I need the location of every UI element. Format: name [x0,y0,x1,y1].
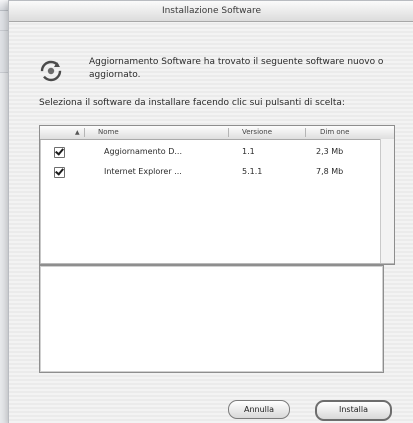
software-table: ▲ Nome Versione Dim one Aggiornamento D.… [39,125,395,265]
table-row[interactable]: Aggiornamento D... 1.1 2,3 Mb [40,143,394,161]
software-name: Internet Explorer ... [104,167,182,176]
selection-instruction: Seleziona il software da installare face… [39,98,345,108]
update-message: Aggiornamento Software ha trovato il seg… [89,57,384,80]
install-checkbox[interactable] [54,147,65,158]
sort-indicator-icon: ▲ [75,129,80,136]
table-row[interactable]: Internet Explorer ... 5.1.1 7,8 Mb [40,163,394,181]
column-header-divider [305,128,306,137]
column-divider [84,128,85,137]
software-update-icon [40,60,62,82]
column-header-size[interactable]: Dim one [320,126,349,139]
software-install-dialog: Installazione Software Aggiornamento Sof… [8,0,413,423]
dialog-title: Installazione Software [9,1,413,22]
software-version: 5.1.1 [242,167,263,176]
software-size: 7,8 Mb [316,167,344,176]
software-name: Aggiornamento D... [104,147,183,156]
column-header-version[interactable]: Versione [242,126,272,139]
table-bottom-border [40,263,394,264]
details-pane [39,265,384,373]
software-size: 2,3 Mb [316,147,344,156]
table-header: ▲ Nome Versione Dim one [40,126,394,140]
table-scrollbar[interactable] [380,139,394,264]
column-header-name[interactable]: Nome [98,126,119,139]
install-button[interactable]: Installa [315,400,392,421]
cancel-button[interactable]: Annulla [228,400,290,419]
software-version: 1.1 [242,147,255,156]
install-checkbox[interactable] [54,167,65,178]
column-divider [228,128,229,137]
